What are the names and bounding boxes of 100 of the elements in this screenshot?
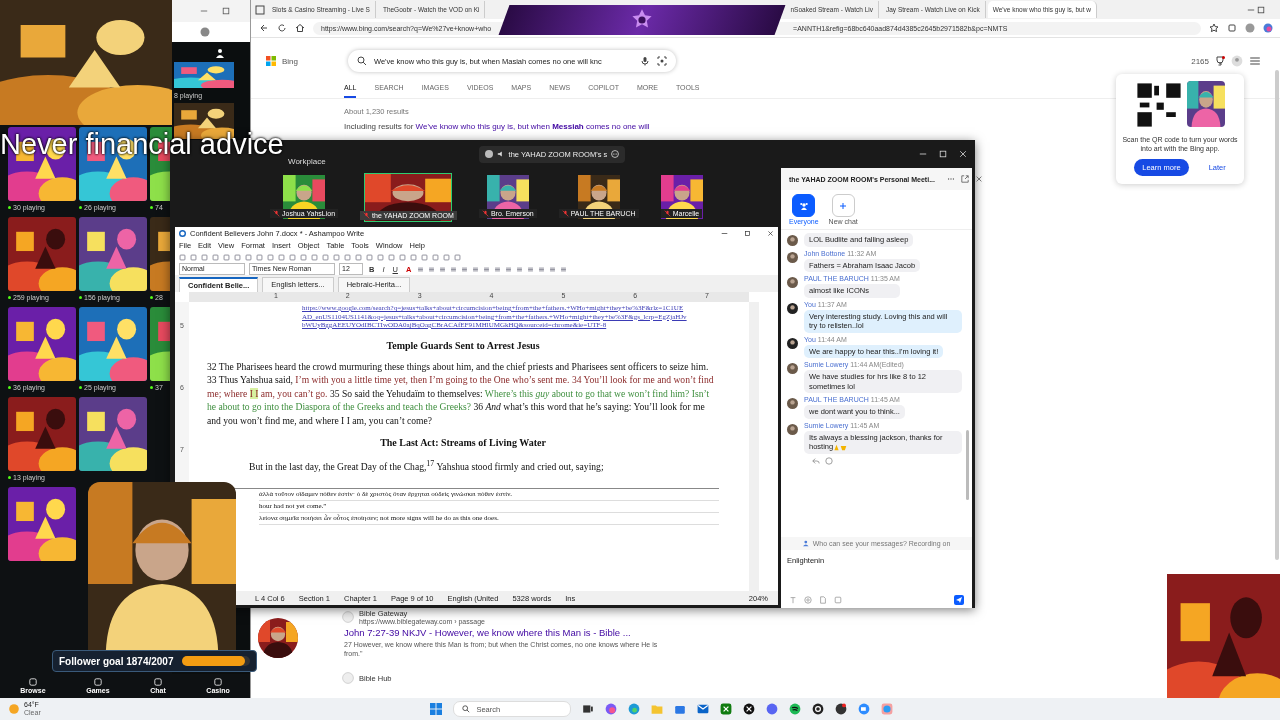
avatar-icon [787, 251, 798, 263]
copilot-icon[interactable] [605, 703, 618, 715]
more-icon[interactable] [947, 175, 955, 183]
bing-logo-text: Bing [282, 56, 299, 66]
star-icon[interactable] [1209, 23, 1219, 34]
tool-icon[interactable] [505, 265, 513, 273]
tool-icon[interactable] [461, 265, 469, 273]
tool-icon[interactable] [428, 265, 436, 273]
search-icon [462, 705, 471, 713]
people-icon [798, 200, 809, 211]
circle-app-icon[interactable] [812, 703, 825, 715]
mail-icon[interactable] [697, 703, 710, 715]
minimize-icon[interactable] [919, 150, 927, 158]
tool-icon[interactable] [538, 265, 546, 273]
person-lock-icon [802, 540, 810, 547]
avatar-icon [787, 277, 798, 288]
qr-code-icon [1135, 81, 1183, 129]
muted-mic-icon [273, 210, 280, 217]
scrollbar[interactable] [966, 430, 969, 500]
tool-icon[interactable] [549, 265, 557, 273]
scrollbar[interactable] [1275, 70, 1279, 560]
profile-icon[interactable] [1245, 23, 1255, 34]
tool-icon[interactable] [516, 265, 524, 273]
close-icon[interactable] [975, 175, 983, 183]
avatar-icon [787, 398, 798, 409]
search-icon [357, 56, 367, 66]
online-dot-icon [150, 206, 153, 209]
result-title-link[interactable]: John 7:27-39 NKJV - However, we know where this Man is - Bible ... [344, 627, 864, 638]
avatar-icon [787, 235, 798, 246]
bing-logo-icon[interactable] [266, 56, 276, 66]
section-heading: The Last Act: Streams of Living Water [379, 437, 547, 448]
text-format-icon[interactable] [789, 596, 797, 604]
online-dot-icon [8, 476, 11, 479]
camera-search-icon[interactable] [657, 56, 667, 66]
profile-icon[interactable] [200, 27, 210, 37]
xbox-icon[interactable] [720, 703, 733, 715]
nav-icon [153, 678, 162, 686]
more-icon[interactable] [611, 150, 620, 158]
speaker-icon [496, 150, 505, 158]
avatar-icon [787, 302, 798, 314]
chat-app-icon[interactable] [766, 703, 779, 715]
online-dot-icon [8, 206, 11, 209]
maximize-icon[interactable] [222, 7, 230, 15]
tool-icon[interactable] [494, 265, 502, 273]
zoom-app-icon[interactable] [858, 703, 871, 715]
close-icon[interactable] [767, 229, 774, 237]
microphone-icon[interactable] [640, 56, 650, 66]
store-icon[interactable] [674, 703, 687, 715]
tool-icon[interactable] [417, 265, 425, 273]
tool-icon[interactable] [527, 265, 535, 273]
tab-actions-icon[interactable] [255, 4, 265, 15]
maximize-icon[interactable] [744, 229, 751, 237]
profile-icon[interactable] [1231, 55, 1243, 67]
nav-icon [214, 678, 222, 686]
app-icon [179, 229, 186, 237]
nav-icon [93, 678, 102, 686]
user-icon[interactable] [215, 48, 225, 58]
tool-icon[interactable] [439, 265, 447, 273]
refresh-icon[interactable] [277, 23, 287, 34]
x-app-icon[interactable] [743, 703, 756, 715]
menu-icon[interactable] [1249, 55, 1261, 67]
send-icon[interactable] [954, 595, 964, 605]
extension-icon[interactable] [1227, 23, 1237, 34]
ball-app-icon[interactable] [835, 703, 848, 715]
task-view-icon[interactable] [582, 703, 595, 715]
copilot-icon[interactable] [1263, 23, 1273, 34]
site-icon [342, 672, 354, 684]
nav-icon [28, 678, 37, 686]
screenshot-icon[interactable] [834, 596, 842, 604]
reply-icon[interactable] [812, 456, 820, 465]
muted-mic-icon [363, 211, 371, 219]
pop-out-icon[interactable] [961, 175, 969, 183]
plus-icon [838, 200, 849, 211]
emoji-icon[interactable] [825, 456, 833, 465]
online-dot-icon [8, 386, 11, 389]
avatar-icon [484, 150, 493, 158]
muted-mic-icon [663, 210, 671, 217]
home-icon[interactable] [295, 23, 305, 34]
section-heading: Temple Guards Sent to Arrest Jesus [385, 339, 541, 351]
tool-icon[interactable] [483, 265, 491, 273]
avatar-icon [787, 423, 798, 435]
trophy-icon[interactable] [1215, 56, 1225, 66]
tool-icon[interactable] [560, 265, 568, 273]
music-app-icon[interactable] [789, 703, 802, 715]
paragraph: 32 The Pharisees heard the crowd murmuring these things about him, and the chief priests and Pharisees sent officers to seize him. 33 Thus Yahshua said, I’m with you a little time yet, then I’m going to the One who’s sent me. 34 You’ll look for me and won’t find me; where I I am, you can’t go. 35 So said the Yehudaïm to themselves: Where’s this guy about to go that we won’t find him? Isn’t he about to go into the Diaspora of the Greeks and teach the Greeks? 36 And what’s this word that he’s saying: You’ll look for me and you won’t find me, and where I I am, you can’t come? [207, 359, 715, 427]
file-icon[interactable] [819, 596, 827, 604]
edge-browser-icon[interactable] [628, 703, 641, 715]
corrected-query-link[interactable]: We've know who this guy is, but when Messiah comes no one will [415, 122, 650, 131]
back-icon[interactable] [259, 23, 269, 34]
messenger-app-icon[interactable] [881, 703, 894, 715]
windows-start-icon[interactable] [430, 703, 443, 715]
avatar-icon [787, 363, 798, 374]
maximize-icon[interactable] [1257, 5, 1265, 14]
rewards-points[interactable]: 2165 [1191, 56, 1209, 66]
online-dot-icon [150, 386, 153, 389]
tool-icon[interactable] [472, 265, 480, 273]
online-dot-icon [79, 386, 82, 389]
at-icon[interactable] [804, 596, 812, 604]
muted-mic-icon [561, 210, 569, 217]
tool-icon[interactable] [450, 265, 458, 273]
